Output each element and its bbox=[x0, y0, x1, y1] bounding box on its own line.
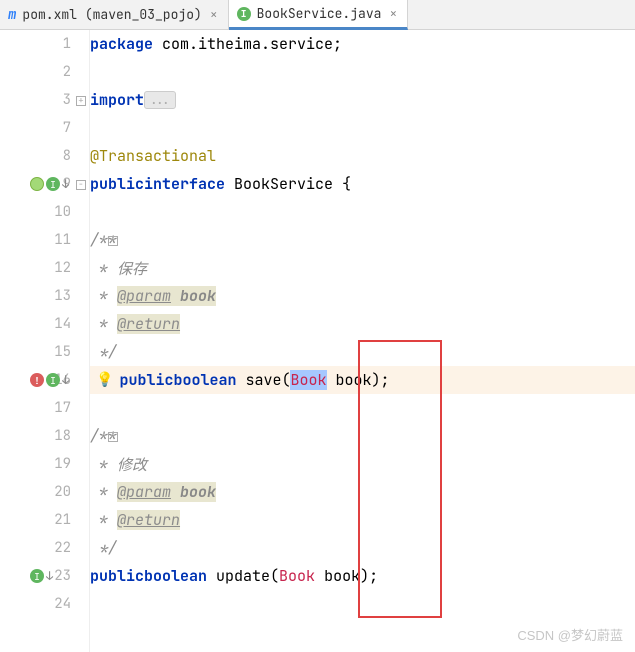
code-line: @Transactional bbox=[90, 142, 635, 170]
line-number: 2 bbox=[43, 63, 71, 81]
code-line: −public interface BookService { bbox=[90, 170, 635, 198]
close-icon[interactable]: × bbox=[387, 5, 399, 22]
has-implementations-icon[interactable]: I bbox=[30, 569, 44, 583]
code-line bbox=[90, 394, 635, 422]
tab-label: pom.xml (maven_03_pojo) bbox=[22, 6, 201, 23]
override-arrow-icon: ↓ bbox=[62, 372, 69, 388]
code-line: package com.itheima.service; bbox=[90, 30, 635, 58]
override-arrow-icon: ↓ bbox=[46, 568, 53, 584]
line-number: 10 bbox=[43, 203, 71, 221]
code-line: * @return bbox=[90, 506, 635, 534]
tab-bookservice[interactable]: I BookService.java × bbox=[229, 0, 409, 30]
code-line: */ bbox=[90, 338, 635, 366]
line-number: 15 bbox=[43, 343, 71, 361]
code-line: +import ... bbox=[90, 86, 635, 114]
editor-tabs: m pom.xml (maven_03_pojo) × I BookServic… bbox=[0, 0, 635, 30]
line-number: 13 bbox=[43, 287, 71, 305]
error-token: Book bbox=[279, 566, 315, 586]
error-icon[interactable]: ! bbox=[30, 373, 44, 387]
line-number: 12 bbox=[43, 259, 71, 277]
code-line bbox=[90, 198, 635, 226]
line-number: 14 bbox=[43, 315, 71, 333]
line-number: 22 bbox=[43, 539, 71, 557]
fold-icon[interactable]: − bbox=[76, 180, 86, 190]
code-line: */ bbox=[90, 534, 635, 562]
code-line-error: 💡 public boolean save(Book book); bbox=[90, 366, 635, 394]
watermark: CSDN @梦幻蔚蓝 bbox=[517, 625, 623, 644]
code-line: public boolean update(Book book); bbox=[90, 562, 635, 590]
interface-icon: I bbox=[237, 7, 251, 21]
line-number: 1 bbox=[43, 35, 71, 53]
error-token[interactable]: Book bbox=[290, 370, 326, 390]
override-arrow-icon: ↓ bbox=[62, 176, 69, 192]
fold-icon[interactable]: − bbox=[108, 236, 118, 246]
code-line bbox=[90, 58, 635, 86]
editor-area: 1 2 3 7 8 I ↓ 9 10 11 12 13 14 15 ! I ↓ … bbox=[0, 30, 635, 652]
line-number: 8 bbox=[43, 147, 71, 165]
line-number: 3 bbox=[43, 91, 71, 109]
has-implementations-icon[interactable]: I bbox=[46, 373, 60, 387]
fold-icon[interactable]: + bbox=[76, 96, 86, 106]
code-line: * 保存 bbox=[90, 254, 635, 282]
code-line: −/** bbox=[90, 226, 635, 254]
intention-bulb-icon[interactable]: 💡 bbox=[96, 371, 113, 389]
line-number: 7 bbox=[43, 119, 71, 137]
tab-pom-xml[interactable]: m pom.xml (maven_03_pojo) × bbox=[0, 0, 229, 29]
code-line: * 修改 bbox=[90, 450, 635, 478]
line-number: 11 bbox=[43, 231, 71, 249]
code-line: * @return bbox=[90, 310, 635, 338]
code-line: * @param book bbox=[90, 282, 635, 310]
spring-bean-icon[interactable] bbox=[30, 177, 44, 191]
has-implementations-icon[interactable]: I bbox=[46, 177, 60, 191]
maven-icon: m bbox=[8, 6, 16, 24]
close-icon[interactable]: × bbox=[208, 6, 220, 23]
line-number: 18 bbox=[43, 427, 71, 445]
folded-region[interactable]: ... bbox=[144, 91, 176, 109]
line-number: 17 bbox=[43, 399, 71, 417]
code-line: * @param book bbox=[90, 478, 635, 506]
gutter: 1 2 3 7 8 I ↓ 9 10 11 12 13 14 15 ! I ↓ … bbox=[0, 30, 90, 652]
code-line bbox=[90, 590, 635, 618]
code-line: −/** bbox=[90, 422, 635, 450]
code-content[interactable]: package com.itheima.service; +import ...… bbox=[90, 30, 635, 652]
line-number: 20 bbox=[43, 483, 71, 501]
fold-icon[interactable]: − bbox=[108, 432, 118, 442]
line-number: 19 bbox=[43, 455, 71, 473]
line-number: 21 bbox=[43, 511, 71, 529]
line-number: 24 bbox=[43, 595, 71, 613]
code-line bbox=[90, 114, 635, 142]
tab-label: BookService.java bbox=[257, 5, 382, 22]
